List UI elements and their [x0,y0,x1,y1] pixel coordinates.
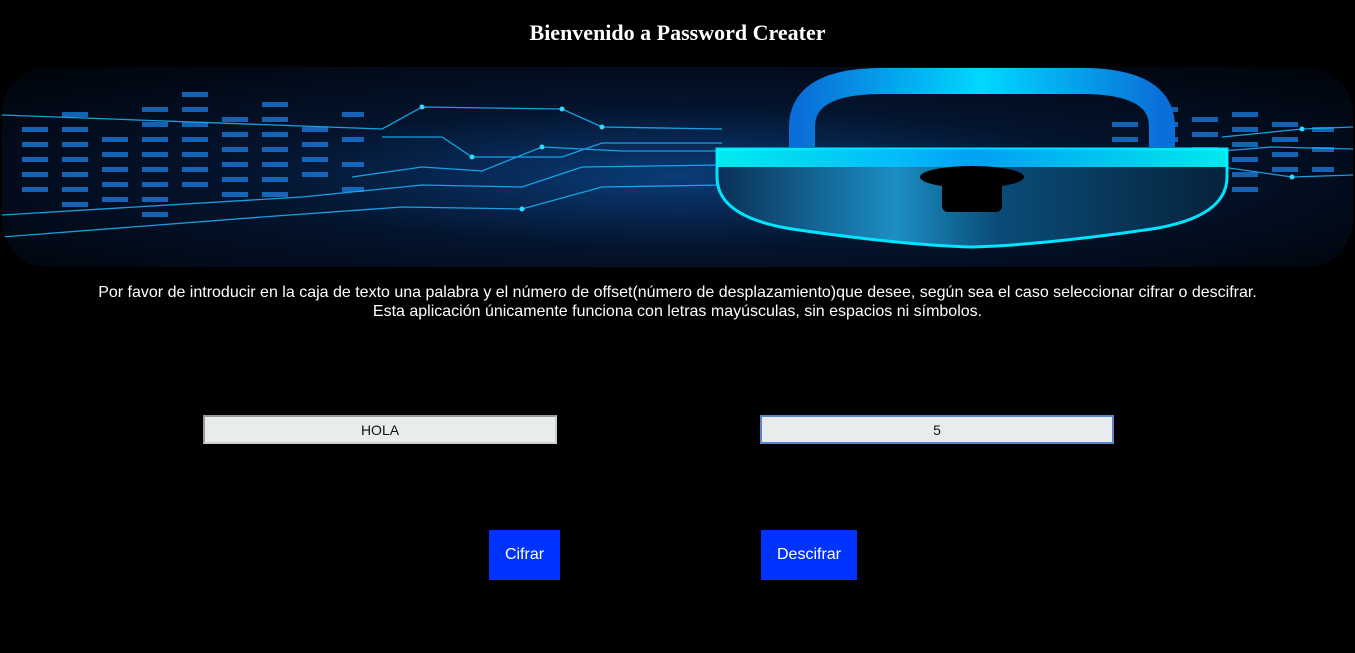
hero-banner [2,67,1353,267]
encrypt-button[interactable]: Cifrar [489,530,560,580]
instructions-text: Por favor de introducir en la caja de te… [0,283,1355,321]
offset-input[interactable] [760,415,1114,444]
word-input[interactable] [203,415,557,444]
instructions-line-1: Por favor de introducir en la caja de te… [98,284,1257,301]
page-title: Bienvenido a Password Creater [529,20,826,45]
instructions-line-2: Esta aplicación únicamente funciona con … [372,303,983,320]
decrypt-button[interactable]: Descifrar [761,530,857,580]
padlock-icon [2,68,1353,249]
